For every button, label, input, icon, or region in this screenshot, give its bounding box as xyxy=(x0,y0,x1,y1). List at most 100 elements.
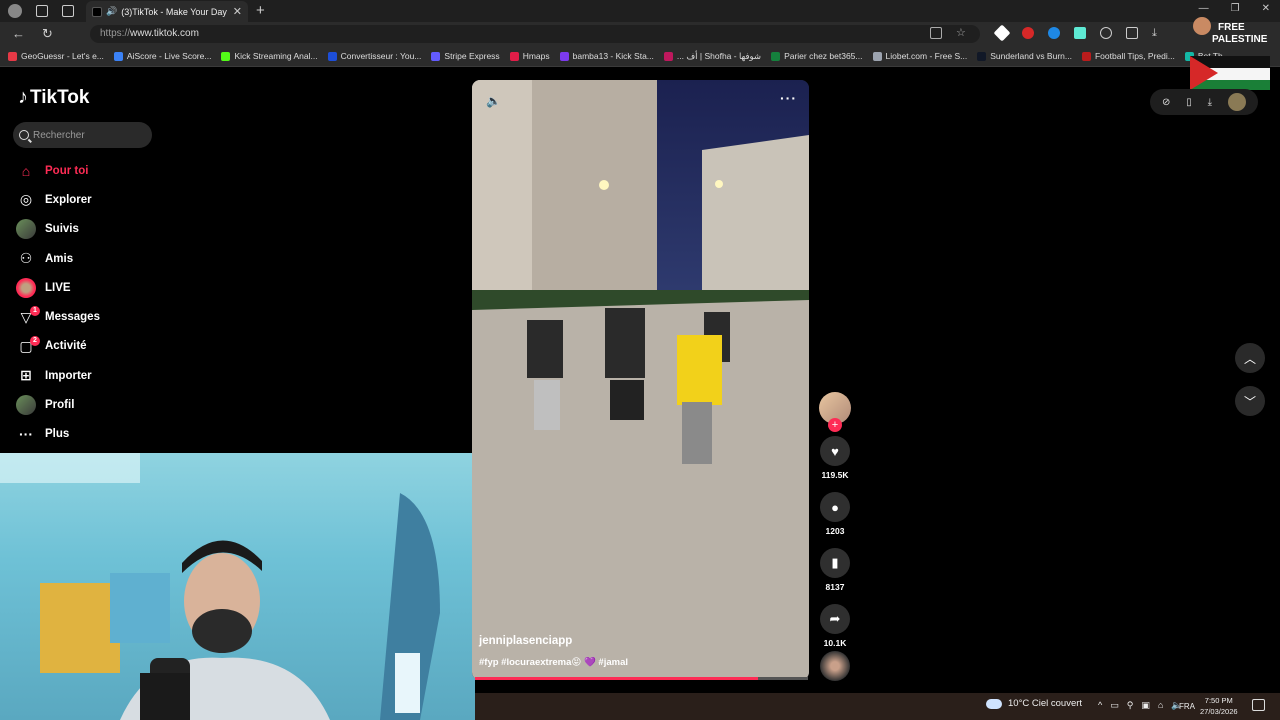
tray-display-icon[interactable]: ▭ xyxy=(1110,700,1119,711)
sidebar-item-live[interactable]: LIVE xyxy=(16,273,100,302)
bookmark-label: bamba13 - Kick Sta... xyxy=(572,51,654,61)
sidebar-item-plus[interactable]: ··· Plus xyxy=(16,420,100,449)
share-action[interactable]: ➦ 10.1K xyxy=(819,604,851,648)
following-avatar-icon xyxy=(16,219,36,240)
extensions-puzzle-icon[interactable] xyxy=(1100,27,1112,39)
sidebar-item-suivis[interactable]: Suivis xyxy=(16,215,100,244)
live-icon xyxy=(16,277,36,298)
search-input[interactable]: Rechercher xyxy=(13,122,152,148)
compass-icon: ◎ xyxy=(19,191,33,208)
sidebar-item-label: Explorer xyxy=(45,193,92,206)
more-options-icon[interactable]: ··· xyxy=(780,90,797,106)
sidebar-item-activit[interactable]: ▢ 2 Activité xyxy=(16,332,100,361)
video-progress-fill xyxy=(475,677,759,680)
tab-tiktok[interactable]: 🔊 (3)TikTok - Make Your Day ✕ xyxy=(86,1,248,22)
bookmark-item[interactable]: GeoGuessr - Let's e... xyxy=(8,51,104,61)
bookmark-item[interactable]: Football Tips, Predi... xyxy=(1081,51,1175,61)
bookmark-icon[interactable]: ▮ xyxy=(820,548,850,578)
comment-icon[interactable]: ● xyxy=(820,492,850,522)
extension-teal-icon[interactable] xyxy=(1074,27,1086,39)
tray-mic-icon[interactable]: ⚲ xyxy=(1127,700,1134,711)
creator-avatar[interactable]: + xyxy=(819,392,851,432)
bookmark-favicon-icon xyxy=(221,51,231,61)
notifications-icon[interactable] xyxy=(1252,699,1265,711)
extension-diamond-icon[interactable] xyxy=(993,24,1011,42)
favorite-star-icon[interactable]: ☆ xyxy=(956,27,968,39)
music-disc-icon[interactable] xyxy=(820,651,850,681)
user-avatar[interactable] xyxy=(1228,93,1246,111)
tiktok-note-icon: ♪ xyxy=(18,86,28,108)
bookmark-favicon-icon xyxy=(509,51,519,61)
speaker-icon[interactable]: 🔊 xyxy=(106,6,117,17)
extension-red-icon[interactable] xyxy=(1022,27,1034,39)
bookmark-item[interactable]: Liobet.com - Free S... xyxy=(872,51,967,61)
video-progress-bar[interactable] xyxy=(475,677,808,680)
bookmark-item[interactable]: AiScore - Live Score... xyxy=(113,51,211,61)
weather-widget[interactable]: 10°C Ciel couvert xyxy=(986,698,1082,709)
downloads-icon[interactable]: ⤓ xyxy=(1152,27,1164,39)
close-tab-icon[interactable]: ✕ xyxy=(233,5,242,18)
sticker-line2: PALESTINE xyxy=(1212,34,1268,45)
bookmark-item[interactable]: Kick Streaming Anal... xyxy=(221,51,318,61)
video-caption[interactable]: #fyp #locuraextrema😝 💜 #jamal xyxy=(479,657,628,668)
device-icon[interactable]: ▯ xyxy=(1186,97,1192,108)
bookmark-item[interactable]: Stripe Express xyxy=(431,51,500,61)
video-author[interactable]: jenniplasenciapp xyxy=(479,635,572,647)
back-icon[interactable]: ← xyxy=(12,26,25,41)
sidebar-item-label: Activité xyxy=(45,340,87,353)
profile-avatar-icon xyxy=(16,395,36,416)
like-action[interactable]: ♥ 119.5K xyxy=(819,436,851,480)
tab-actions-icon[interactable] xyxy=(62,5,74,17)
bookmark-favicon-icon xyxy=(663,51,673,61)
tray-chevron-icon[interactable]: ^ xyxy=(1098,700,1102,711)
bookmark-favicon-icon xyxy=(559,51,569,61)
sidebar-item-profil[interactable]: Profil xyxy=(16,390,100,419)
reader-icon[interactable] xyxy=(930,27,942,39)
comment-action[interactable]: ● 1203 xyxy=(819,492,851,536)
sidebar-item-amis[interactable]: ⚇ Amis xyxy=(16,244,100,273)
sidebar-item-explorer[interactable]: ◎ Explorer xyxy=(16,185,100,214)
bookmark-label: Hmaps xyxy=(522,51,550,61)
sidebar-item-importer[interactable]: ⊞ Importer xyxy=(16,361,100,390)
bookmark-item[interactable]: Parier chez bet365... xyxy=(771,51,863,61)
sidebar-item-pourtoi[interactable]: ⌂ Pour toi xyxy=(16,156,100,185)
bookmark-item[interactable]: Convertisseur : You... xyxy=(327,51,422,61)
bookmark-item[interactable]: Sunderland vs Burn... xyxy=(977,51,1072,61)
clock[interactable]: 7:50 PM 27/03/2026 xyxy=(1200,695,1238,717)
workspaces-icon[interactable] xyxy=(36,5,48,17)
bookmark-favicon-icon xyxy=(8,51,17,61)
like-count: 119.5K xyxy=(821,470,849,480)
address-bar-row: ← ↻ https://www.tiktok.com ☆ ⤓ xyxy=(0,22,1280,46)
heart-icon[interactable]: ♥ xyxy=(820,436,850,466)
bookmark-favicon-icon xyxy=(113,51,123,61)
profile-icon[interactable] xyxy=(8,4,22,18)
save-action[interactable]: ▮ 8137 xyxy=(819,548,851,592)
search-placeholder: Rechercher xyxy=(33,129,85,141)
share-count: 10.1K xyxy=(823,638,847,648)
video-player[interactable] xyxy=(472,80,809,680)
download-app-icon[interactable]: ⤓ xyxy=(1208,97,1212,108)
extension-blue-icon[interactable] xyxy=(1048,27,1060,39)
language-indicator[interactable]: FRA xyxy=(1179,702,1195,711)
follow-plus-icon[interactable]: + xyxy=(828,418,842,432)
coin-icon[interactable]: ⊘ xyxy=(1162,97,1170,108)
new-tab-button[interactable]: + xyxy=(256,2,265,19)
previous-video-button[interactable]: ︿ xyxy=(1235,343,1265,373)
tiktok-logo[interactable]: ♪ TikTok xyxy=(18,86,89,109)
reload-icon[interactable]: ↻ xyxy=(42,26,53,42)
sidebar-item-messages[interactable]: ▽ 1 Messages xyxy=(16,302,100,331)
volume-icon[interactable]: 🔈 xyxy=(486,94,501,108)
split-screen-icon[interactable] xyxy=(1126,27,1138,39)
top-right-tools: ⊘ ▯ ⤓ xyxy=(1150,89,1258,115)
next-video-button[interactable]: ﹀ xyxy=(1235,386,1265,416)
bookmark-item[interactable]: bamba13 - Kick Sta... xyxy=(559,51,654,61)
weather-text: 10°C Ciel couvert xyxy=(1008,698,1083,709)
bookmark-item[interactable]: ... أف | Shofha - شوفها xyxy=(663,51,761,62)
sidebar-item-label: LIVE xyxy=(45,281,71,294)
share-icon[interactable]: ➦ xyxy=(820,604,850,634)
url-field[interactable]: https://www.tiktok.com xyxy=(90,25,980,43)
tray-app-icon[interactable]: ▣ xyxy=(1141,700,1150,711)
bookmark-label: Convertisseur : You... xyxy=(340,51,422,61)
bookmark-item[interactable]: Hmaps xyxy=(509,51,550,61)
tray-network-icon[interactable]: ⌂ xyxy=(1158,700,1163,711)
